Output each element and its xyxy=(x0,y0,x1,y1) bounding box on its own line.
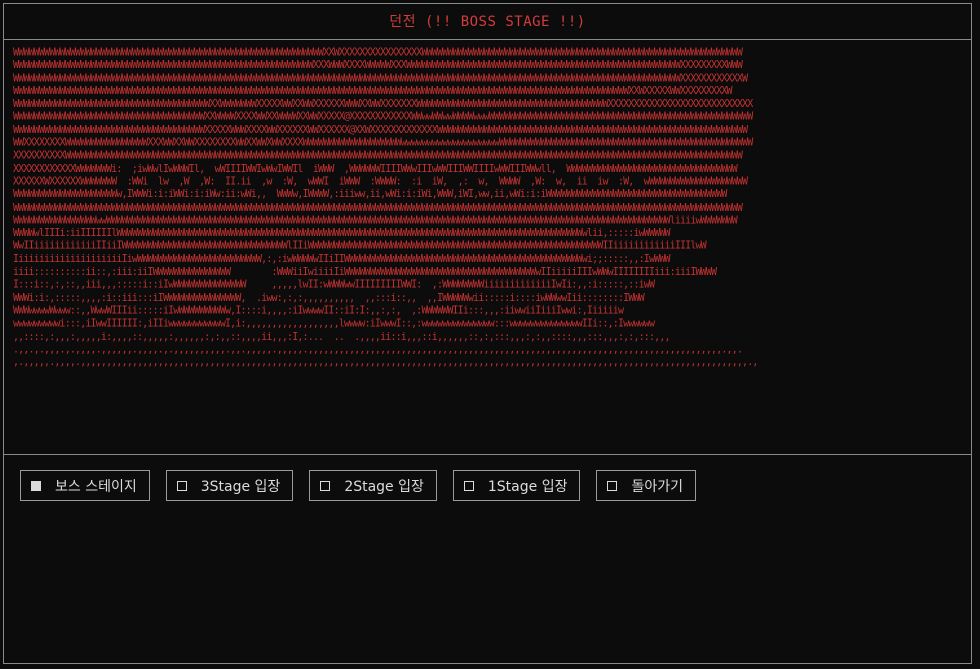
ascii-art-line: WWWWWWWWWWWWWWWWWWWWWWWWWWWWWWWWWWWWWWXX… xyxy=(13,98,753,111)
checkbox-unchecked-icon xyxy=(463,480,474,491)
ascii-art-line: .,,.,.,,,.,.,,,,.,,,,,,.,,,,.,.,,,,,,,,,… xyxy=(13,343,743,356)
checkbox-unchecked-icon xyxy=(320,480,331,491)
terminal-window: 던전 (!! BOSS STAGE !!) WWWWWWWWWWWWWWWWWW… xyxy=(3,3,972,664)
menu-button-label: 2Stage 입장 xyxy=(344,478,424,495)
menu-button-2[interactable]: 3Stage 입장 xyxy=(165,470,294,501)
menu-button-3[interactable]: 2Stage 입장 xyxy=(309,470,437,501)
ascii-art-line: WWXXXXXXXXWWWWWWWWWWWWWWWWXXXWWXXWWXXXXX… xyxy=(13,137,753,149)
menu-button-4[interactable]: 1Stage 입장 xyxy=(452,470,581,501)
boss-ascii-art: WWWWWWWWWWWWWWWWWWWWWWWWWWWWWWWWWWWWWWWW… xyxy=(13,47,965,469)
ascii-art-line: WWWWWWWWWWWWWWWWWWWWWWWWWWWWWWWWWWWWWWWW… xyxy=(13,72,748,85)
ascii-art-line: WWWwwwwWwww::,,WwwWIIIii:::::iIwWWWWWWWW… xyxy=(13,305,624,317)
menu-button-label: 돌아가기 xyxy=(631,478,683,495)
checkbox-checked-icon xyxy=(31,480,41,491)
ascii-art-line: I:::i::,:,::,,iii,,,:::::i::iIwWWWWWWWWW… xyxy=(13,279,655,291)
menu-divider xyxy=(4,454,971,455)
checkbox-unchecked-icon xyxy=(607,480,618,491)
ascii-art-line: WWWWWWWWWWWWWWWWWWWWWWWWWWWWWWWWWWWWWXXW… xyxy=(13,111,753,124)
ascii-art-line: XXXXXXWXXXXXXWWWWWWW :WWi lw ,W ,W: II.i… xyxy=(13,176,748,188)
ascii-art-line: WWWWWWWWWWWWWWWWWWWWw,IWWWi:i:iWWi:i:iWw… xyxy=(13,189,727,201)
ascii-art-line: XXXXXXXXXXXXWWWWWWWi: ;iwWwlIwWWWIl, wWI… xyxy=(13,163,738,175)
ascii-art-line: WWWWWWWWWWWWWWWWWWWWWWWWWWWWWWWWWWWWWWWW… xyxy=(13,201,743,214)
ascii-art-line: WwIIiiiiiiiiiiiiIIiiIWWWWWWWWWWWWWWWWWWW… xyxy=(13,240,707,253)
ascii-art-line: iiii::::::::::ii::,:iii:iiIWWWWWWWWWWWWW… xyxy=(13,266,717,279)
menu-button-label: 보스 스테이지 xyxy=(55,478,137,495)
menu-button-label: 3Stage 입장 xyxy=(200,478,281,495)
ascii-art-line: WWWWWWWWWWWWWWWWWWWWWWWWWWWWWWWWWWWWWWWW… xyxy=(13,47,743,59)
menu-button-label: 1Stage 입장 xyxy=(487,478,568,495)
ascii-art-line: WWWWWWWWWWWWWWWWWWWWWWWWWWWWWWWWWWWWWWWW… xyxy=(13,59,743,72)
stage-menu: 보스 스테이지 3Stage 입장 2Stage 입장 1Stage 입장 돌아가기 xyxy=(20,470,696,501)
window-title: 던전 (!! BOSS STAGE !!) xyxy=(389,14,586,30)
ascii-art-line: XXXXXXXXXXWWWWWWWWWWWWWWWWWWWWWWWWWWWWWW… xyxy=(13,150,743,162)
ascii-art-line: IiiiiiiiiiiiiiiiiiiiiIiwWWWWWWWWWWWWWWWW… xyxy=(13,253,671,266)
ascii-art-line: WWWWWWWWWWWWWWWWWWWWWWWWWWWWWWWWWWWWWXXX… xyxy=(13,124,748,137)
title-divider xyxy=(4,39,971,40)
ascii-art-line: WWWWWWWWWWWWWWWWWWWWWWWWWWWWWWWWWWWWWWWW… xyxy=(13,85,733,98)
ascii-art-line: ,,::::,:,,,:,,,,,i:,,,,::,,,,,:,,,,,,:,:… xyxy=(13,331,671,343)
ascii-art-line: wwwwwwwwwi:::,iIwwIIIIII:,iIIiwwwwwwwwww… xyxy=(13,318,655,330)
ascii-art-line: ,.,,,,,.,,,,.,,,,,,,,,,,,,,,,,,,,,,,,,,,… xyxy=(13,356,758,369)
ascii-art-line: WWWWwlIIIi:iiIIIIIIlWWWWWWWWWWWWWWWWWWWW… xyxy=(13,227,671,240)
ascii-art-line: WWWi:i:,:::::,,,,:i::iii:::iIWWWWWWWWWWW… xyxy=(13,292,645,304)
menu-button-5[interactable]: 돌아가기 xyxy=(596,470,696,501)
menu-button-1[interactable]: 보스 스테이지 xyxy=(20,470,150,501)
ascii-art-line: WWWWWWWWWWWWWWWWwwWWWWWWWWWWWWWWWWWWWWWW… xyxy=(13,214,738,227)
checkbox-unchecked-icon xyxy=(176,480,187,491)
